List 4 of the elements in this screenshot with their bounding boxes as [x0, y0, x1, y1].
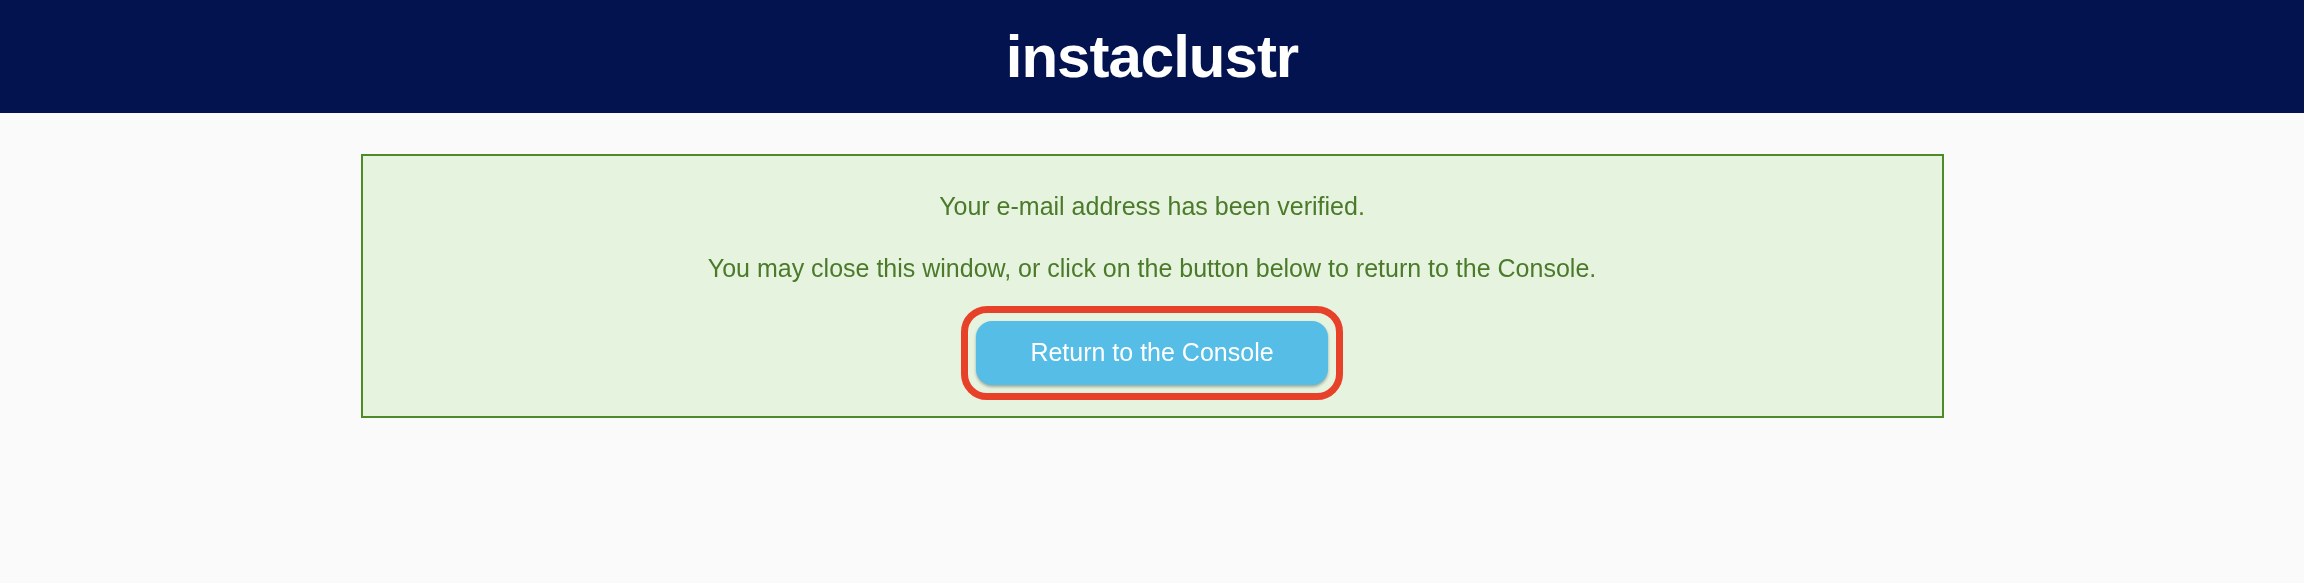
message-text: Your e-mail address has been verified.	[939, 191, 1365, 222]
message-text: You may close this window, or click on the button below to return to the Console.	[707, 253, 1597, 284]
return-button[interactable]: Return to the Console	[976, 321, 1328, 385]
logo: instaclustr	[1005, 26, 1299, 87]
